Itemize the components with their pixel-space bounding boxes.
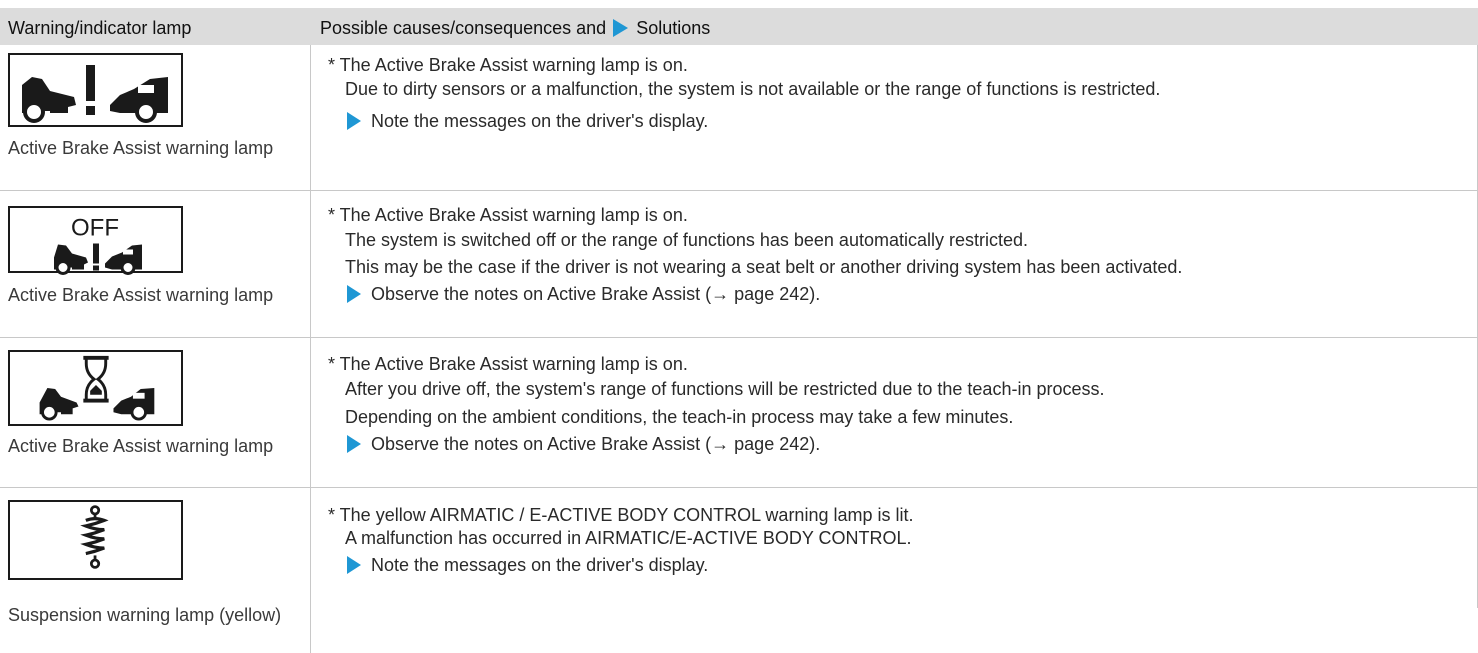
suspension-spring-icon-graphic — [80, 505, 109, 569]
solution-arrow-icon — [347, 435, 361, 453]
solution-arrow-icon — [347, 556, 361, 574]
lamp-name: Active Brake Assist warning lamp — [8, 138, 274, 158]
header-solutions-label: Solutions — [636, 18, 711, 38]
cause-line: A malfunction has occurred in AIRMATIC/E… — [345, 528, 912, 548]
lamp-name: Active Brake Assist warning lamp — [8, 436, 274, 456]
solution-line: Note the messages on the driver's displa… — [345, 555, 708, 576]
collision-warning-off-icon-graphic: OFF — [54, 215, 142, 275]
solution-text: Observe the notes on Active Brake Assist… — [371, 434, 821, 454]
column-divider — [310, 45, 311, 653]
cause-line: The system is switched off or the range … — [345, 230, 1029, 250]
cause-line: Due to dirty sensors or a malfunction, t… — [345, 79, 1161, 99]
collision-warning-icon — [8, 53, 183, 127]
solution-arrow-icon — [613, 19, 629, 37]
solution-text: Note the messages on the driver's displa… — [371, 111, 709, 131]
cause-line: This may be the case if the driver is no… — [345, 257, 1183, 277]
row-divider — [0, 190, 1478, 191]
solution-arrow-icon — [347, 112, 361, 130]
cause-line: After you drive off, the system's range … — [345, 379, 1105, 399]
suspension-spring-icon — [8, 500, 183, 580]
collision-warning-icon-graphic — [22, 65, 168, 123]
collision-warning-hourglass-icon — [8, 350, 183, 426]
solution-text: Observe the notes on Active Brake Assist… — [371, 284, 821, 304]
cause-line: * The Active Brake Assist warning lamp i… — [328, 205, 688, 225]
solution-line: Observe the notes on Active Brake Assist… — [345, 434, 820, 455]
lamp-name: Active Brake Assist warning lamp — [8, 285, 274, 305]
solution-line: Observe the notes on Active Brake Assist… — [345, 284, 820, 305]
collision-warning-off-icon: OFF — [8, 206, 183, 275]
row-divider — [0, 487, 1478, 488]
header-causes-column: Possible causes/consequences and Solutio… — [320, 18, 710, 39]
cause-line: * The yellow AIRMATIC / E-ACTIVE BODY CO… — [328, 505, 914, 525]
cause-line: * The Active Brake Assist warning lamp i… — [328, 55, 688, 75]
header-causes-label: Possible causes/consequences and — [320, 18, 607, 38]
row-divider — [0, 337, 1478, 338]
collision-warning-hourglass-icon-graphic — [39, 355, 155, 421]
solution-text: Note the messages on the driver's displa… — [371, 555, 709, 575]
solution-line: Note the messages on the driver's displa… — [345, 111, 708, 132]
cause-line: * The Active Brake Assist warning lamp i… — [328, 354, 688, 374]
lamp-name: Suspension warning lamp (yellow) — [8, 605, 282, 625]
icon-off-label: OFF — [71, 215, 119, 242]
solution-arrow-icon — [347, 285, 361, 303]
header-lamp-column: Warning/indicator lamp — [8, 18, 192, 38]
cause-line: Depending on the ambient conditions, the… — [345, 407, 1014, 427]
table-header: Warning/indicator lamp Possible causes/c… — [0, 8, 1478, 45]
